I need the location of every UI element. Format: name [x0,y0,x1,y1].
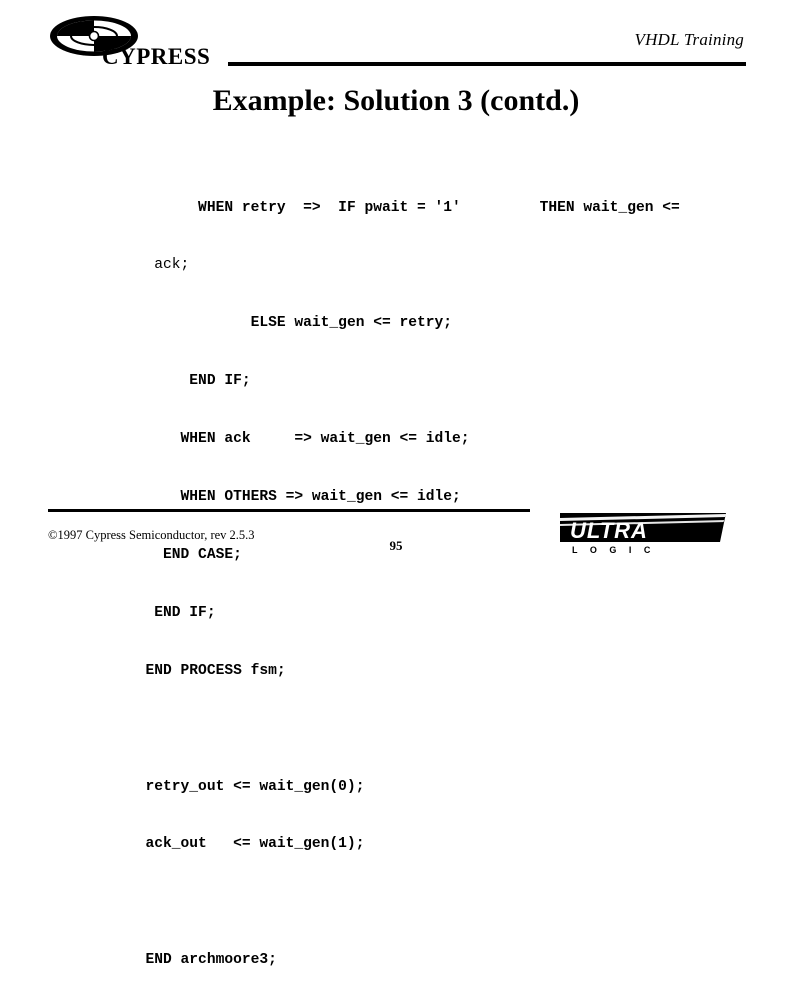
code-line: ack_out <= wait_gen(1); [128,836,365,853]
code-line: ack; [128,257,190,274]
page-title: Example: Solution 3 (contd.) [212,84,580,117]
cypress-logo: CYPRESS [48,14,228,66]
code-line: END archmoore3; [128,952,277,969]
code-line: WHEN OTHERS => wait_gen <= idle; [128,489,461,506]
header-title: VHDL Training [634,30,744,49]
code-line: WHEN retry => IF pwait = '1' THEN wait_g… [128,199,680,216]
code-line: retry_out <= wait_gen(0); [128,778,365,795]
slide-header: CYPRESS VHDL Training [0,0,792,78]
code-line: ELSE wait_gen <= retry; [128,315,453,332]
code-line: END IF; [128,604,216,621]
code-line: WHEN ack => wait_gen <= idle; [128,431,470,448]
svg-text:CYPRESS: CYPRESS [102,44,210,66]
header-divider [228,62,746,66]
ultralogic-logo: ULTRA L O G I C [558,512,728,556]
svg-text:ULTRA: ULTRA [570,518,648,543]
code-line: END PROCESS fsm; [128,662,286,679]
footer-divider [48,509,530,512]
code-line: END IF; [128,373,251,390]
svg-text:L O G I C: L O G I C [572,545,655,555]
code-block: WHEN retry => IF pwait = '1' THEN wait_g… [128,160,748,990]
